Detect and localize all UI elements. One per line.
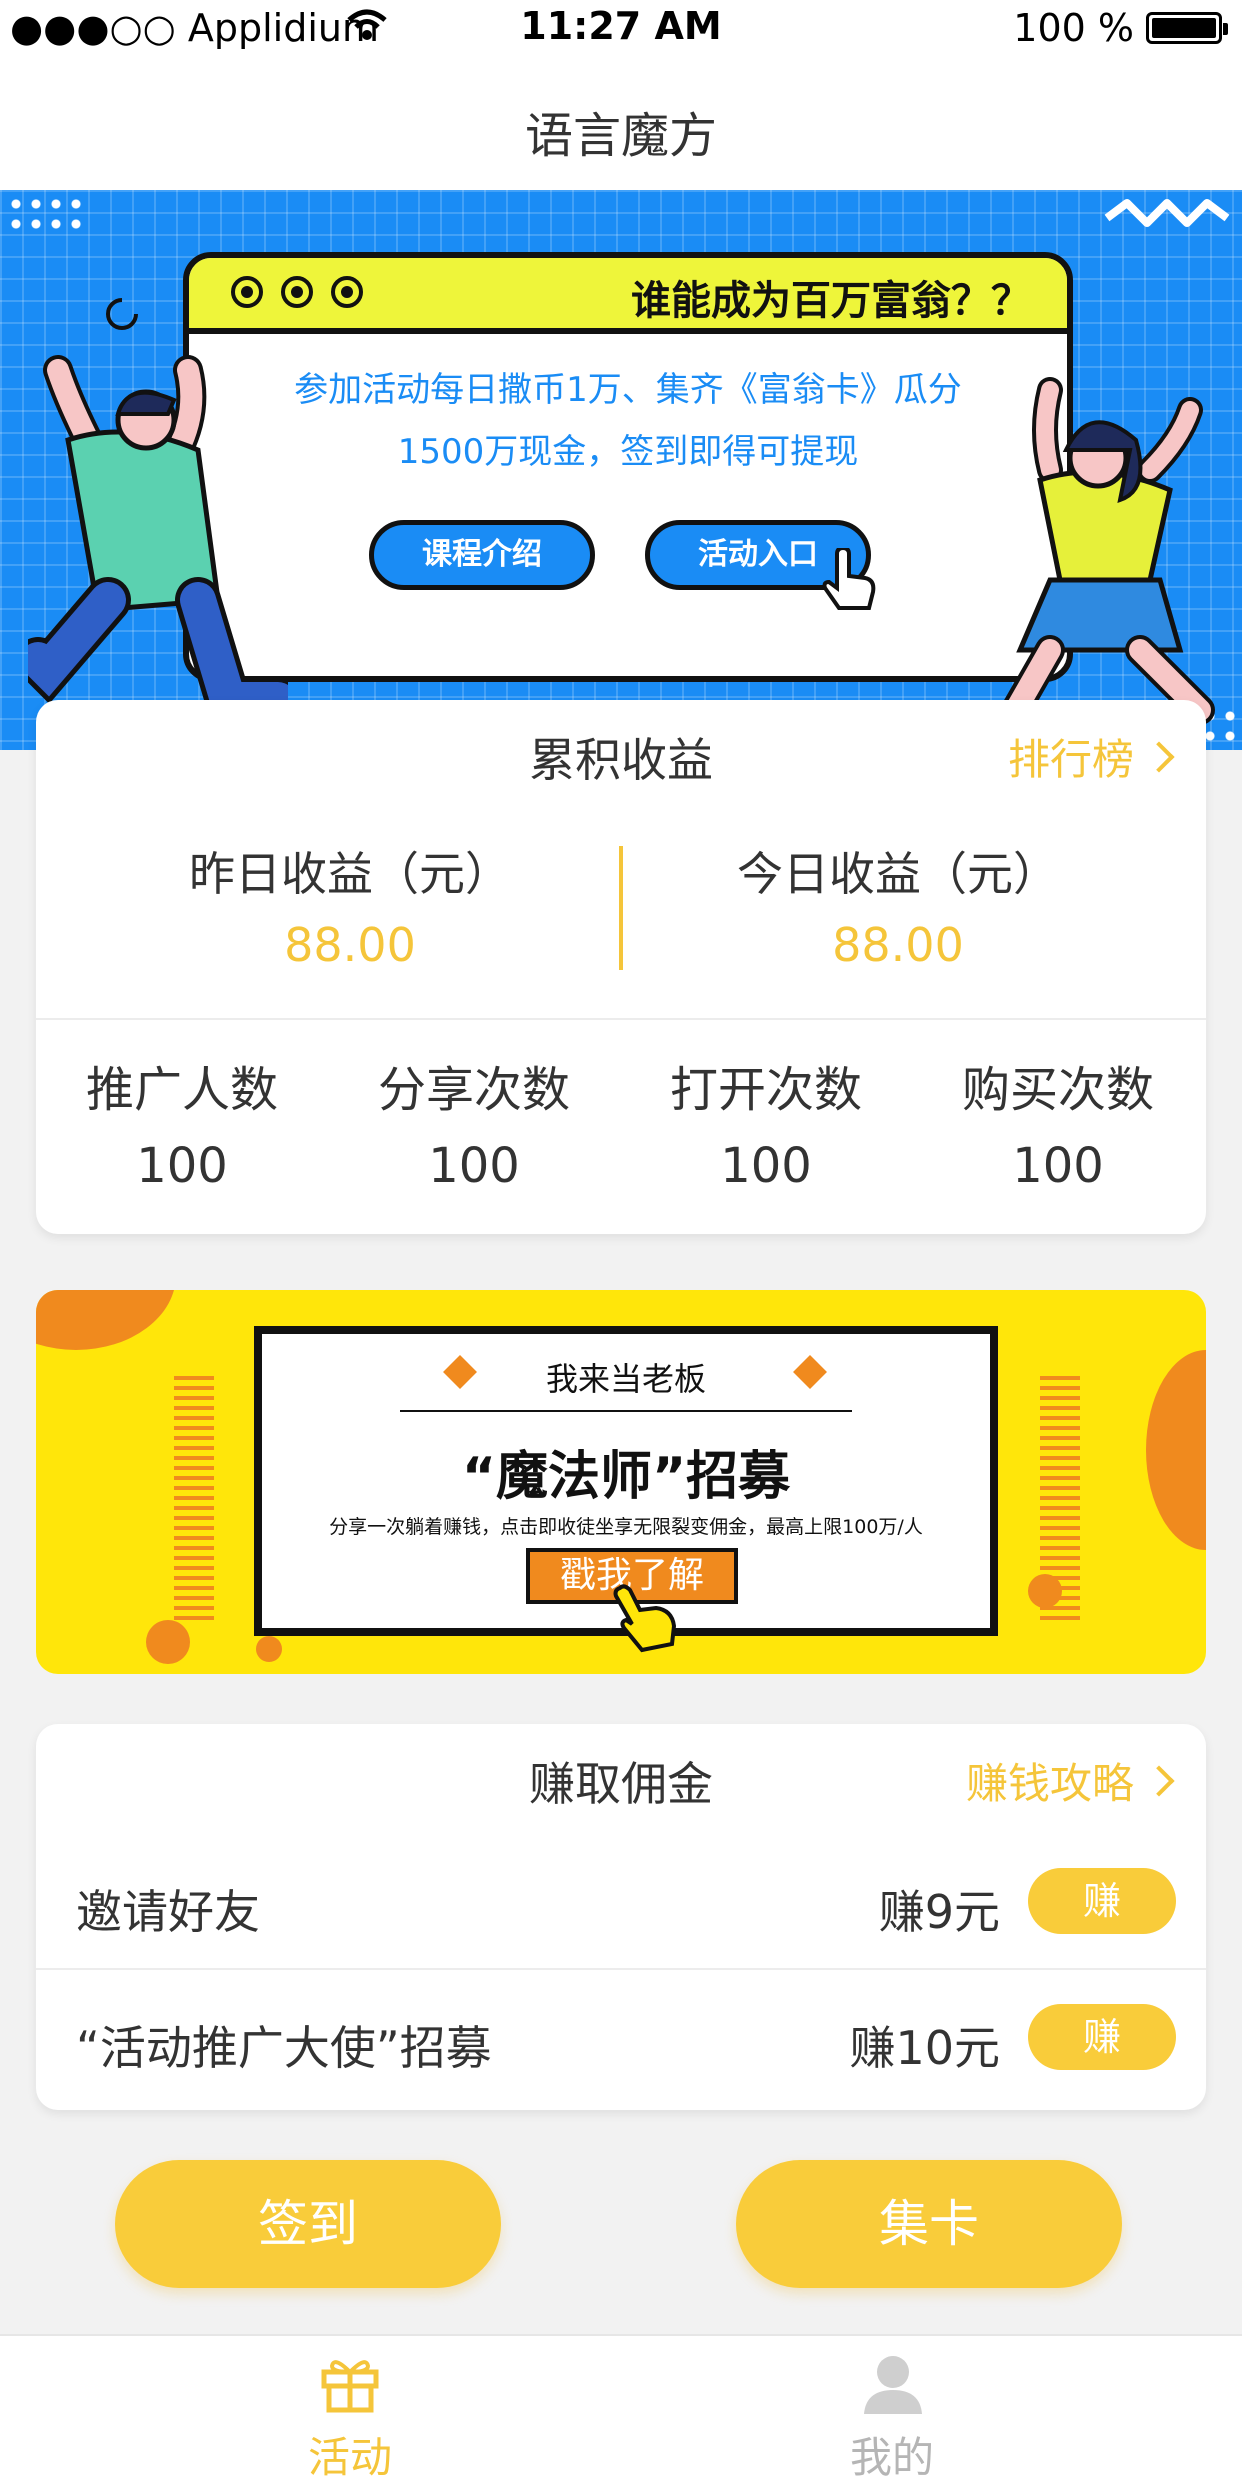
divider — [619, 846, 623, 970]
task-amount: 赚9元 — [878, 1885, 1000, 1939]
battery-icon — [1146, 12, 1228, 44]
tab-label: 活动 — [307, 2433, 392, 2482]
yesterday-earnings-value: 88.00 — [284, 918, 416, 972]
stat-promoters: 推广人数 100 — [36, 1050, 328, 1194]
tab-label: 我的 — [849, 2433, 934, 2482]
earning-guide-label: 赚钱攻略 — [965, 1759, 1134, 1808]
orange-blob — [36, 1290, 176, 1350]
commission-card: 赚取佣金 赚钱攻略 邀请好友 赚9元 赚 “活动推广大使”招募 赚10元 赚 — [36, 1724, 1206, 2110]
battery-label: 100 % — [1013, 6, 1134, 50]
yesterday-earnings-label: 昨日收益（元） — [189, 847, 511, 901]
dots-decoration — [6, 194, 86, 234]
tab-bar: 活动 我的 — [0, 2334, 1242, 2482]
stripes-decoration — [174, 1370, 214, 1620]
tab-mine[interactable]: 我的 — [742, 2336, 1042, 2482]
record-icon — [231, 276, 263, 308]
gift-icon — [321, 2360, 379, 2413]
recruit-description: 分享一次躺着赚钱，点击即收徒坐享无限裂变佣金，最高上限100万/人 — [329, 1516, 923, 1538]
course-intro-button[interactable]: 课程介绍 — [369, 520, 595, 590]
jumping-woman-illustration — [995, 377, 1215, 735]
orange-blob — [1146, 1350, 1206, 1550]
stat-value: 100 — [720, 1138, 812, 1194]
divider — [36, 1018, 1206, 1020]
today-earnings-value: 88.00 — [832, 918, 964, 972]
pointing-hand-icon — [613, 1584, 677, 1653]
stripes-decoration — [1040, 1370, 1080, 1620]
forward-icon — [331, 276, 363, 308]
ranking-link[interactable]: 排行榜 — [1007, 726, 1175, 787]
hand-cursor-icon — [822, 548, 876, 610]
earn-button[interactable]: 赚 — [1028, 1868, 1176, 1934]
divider — [400, 1410, 852, 1412]
collect-cards-button[interactable]: 集卡 — [736, 2160, 1122, 2288]
earning-guide-link[interactable]: 赚钱攻略 — [965, 1750, 1175, 1811]
magician-recruit-banner[interactable]: 我来当老板 “魔法师”招募 分享一次躺着赚钱，点击即收徒坐享无限裂变佣金，最高上… — [36, 1290, 1206, 1674]
banner-line-1: 参加活动每日撒币1万、集齐《富翁卡》瓜分 — [294, 370, 962, 410]
stat-opens: 打开次数 100 — [620, 1050, 912, 1194]
zigzag-decoration — [1104, 199, 1230, 227]
promo-banner[interactable]: 谁能成为百万富翁？？ 参加活动每日撒币1万、集齐《富翁卡》瓜分 1500万现金，… — [0, 190, 1242, 750]
stat-value: 100 — [428, 1138, 520, 1194]
today-earnings-label: 今日收益（元） — [737, 847, 1059, 901]
bubble-header: 谁能成为百万富翁？？ — [189, 258, 1067, 334]
earnings-card: 累积收益 排行榜 昨日收益（元） 88.00 今日收益（元） 88.00 推广人… — [36, 700, 1206, 1234]
status-bar: ●●●○○ Applidium 11:27 AM 100 % — [0, 0, 1242, 56]
orange-dot — [146, 1620, 190, 1664]
tab-activity[interactable]: 活动 — [200, 2336, 500, 2482]
banner-line-2: 1500万现金，签到即得可提现 — [397, 432, 859, 472]
stat-label: 打开次数 — [669, 1062, 862, 1118]
chevron-right-icon — [1143, 740, 1175, 773]
jumping-man-illustration — [28, 355, 288, 723]
stat-purchases: 购买次数 100 — [912, 1050, 1204, 1194]
stat-label: 推广人数 — [85, 1062, 278, 1118]
nav-bar: 语言魔方 — [0, 56, 1242, 190]
recruit-title: “魔法师”招募 — [461, 1447, 791, 1507]
user-icon — [864, 2356, 922, 2414]
page-title: 语言魔方 — [524, 108, 717, 164]
battery-status: 100 % — [1013, 6, 1228, 50]
recruit-box: 我来当老板 “魔法师”招募 分享一次躺着赚钱，点击即收徒坐享无限裂变佣金，最高上… — [254, 1326, 998, 1653]
headline-bubble: 谁能成为百万富翁？？ 参加活动每日撒币1万、集齐《富翁卡》瓜分 1500万现金，… — [183, 252, 1073, 682]
ranking-link-label: 排行榜 — [1007, 735, 1134, 784]
stat-label: 分享次数 — [377, 1062, 570, 1118]
pause-icon — [281, 276, 313, 308]
task-amount: 赚10元 — [849, 2021, 1000, 2075]
refresh-icon — [106, 298, 138, 330]
stat-shares: 分享次数 100 — [328, 1050, 620, 1194]
stat-label: 购买次数 — [961, 1062, 1154, 1118]
banner-headline: 谁能成为百万富翁？？ — [631, 278, 1031, 324]
stat-value: 100 — [136, 1138, 228, 1194]
sign-in-button[interactable]: 签到 — [115, 2160, 501, 2288]
stat-value: 100 — [1012, 1138, 1104, 1194]
recruit-subtitle: 我来当老板 — [545, 1360, 706, 1398]
orange-dot — [256, 1636, 282, 1662]
task-name: 邀请好友 — [76, 1885, 260, 1939]
earn-button[interactable]: 赚 — [1028, 2004, 1176, 2070]
task-row-ambassador: “活动推广大使”招募 赚10元 赚 — [36, 1970, 1206, 2104]
chevron-right-icon — [1143, 1764, 1175, 1797]
task-name: “活动推广大使”招募 — [76, 2021, 492, 2075]
task-row-invite: 邀请好友 赚9元 赚 — [36, 1834, 1206, 1968]
